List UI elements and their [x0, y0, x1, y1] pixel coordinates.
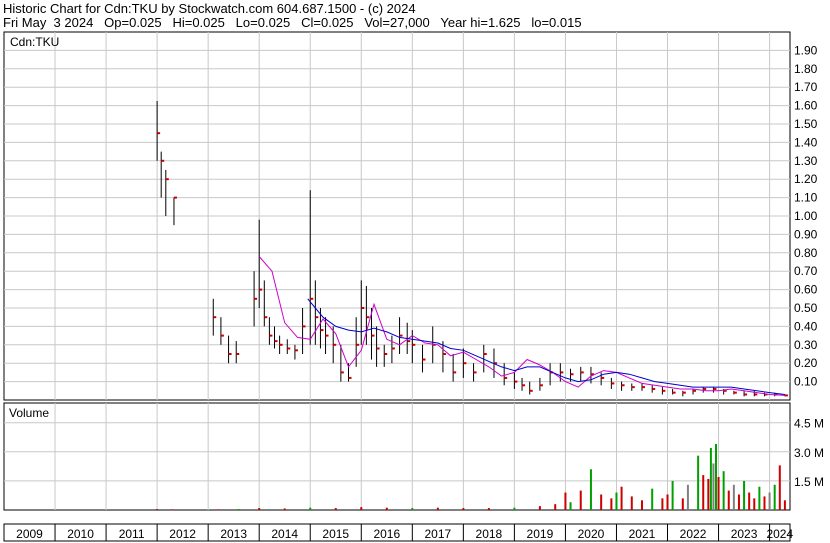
- volume-bar: [709, 447, 712, 510]
- x-tick-label-2021: 2021: [629, 527, 656, 541]
- price-ytick-label: 0.80: [794, 246, 818, 260]
- volume-bar: [697, 455, 700, 510]
- price-ytick-label: 0.10: [794, 375, 818, 389]
- price-ytick-label: 0.30: [794, 338, 818, 352]
- price-ytick-label: 0.60: [794, 283, 818, 297]
- volume-bar: [630, 496, 633, 510]
- volume-bar: [579, 490, 582, 510]
- volume-bar: [714, 444, 717, 510]
- volume-bar: [309, 507, 312, 510]
- price-ytick-label: 1.10: [794, 191, 818, 205]
- volume-bar: [737, 494, 740, 510]
- volume-ytick-label: 3.0 M: [794, 446, 824, 460]
- price-ytick-label: 1.70: [794, 80, 818, 94]
- x-tick-label-2024: 2024: [766, 527, 793, 541]
- volume-bar: [732, 484, 735, 510]
- volume-bar: [651, 488, 654, 510]
- x-tick-label-2019: 2019: [527, 527, 554, 541]
- price-ytick-label: 1.90: [794, 43, 818, 57]
- x-tick-label-2020: 2020: [578, 527, 605, 541]
- volume-bar: [773, 484, 776, 510]
- volume-bar: [661, 498, 664, 510]
- x-tick-label-2013: 2013: [220, 527, 247, 541]
- volume-bar: [237, 509, 240, 511]
- volume-bar: [569, 502, 572, 510]
- volume-bar: [778, 465, 781, 510]
- price-ytick-label: 1.80: [794, 62, 818, 76]
- volume-bar: [171, 509, 174, 511]
- volume-bar: [686, 484, 689, 510]
- volume-bar: [666, 494, 669, 510]
- price-ytick-label: 1.30: [794, 154, 818, 168]
- volume-ytick-label: 1.5 M: [794, 475, 824, 489]
- volume-bar: [717, 477, 720, 510]
- x-tick-label-2011: 2011: [119, 527, 145, 541]
- volume-bar: [768, 492, 771, 510]
- x-tick-label-2015: 2015: [322, 527, 349, 541]
- volume-bar: [513, 507, 516, 510]
- volume-bar: [610, 498, 613, 510]
- volume-bar: [753, 498, 756, 510]
- volume-bar: [360, 507, 363, 510]
- x-tick-label-2012: 2012: [169, 527, 196, 541]
- price-panel: 1.90 1.80 1.70 1.60 1.50 1.40 1.30 1.20 1.10 1.00…: [3, 31, 818, 401]
- volume-bar: [487, 508, 490, 510]
- volume-bar: [156, 509, 159, 511]
- volume-bar: [217, 509, 220, 511]
- price-ytick-label: 1.60: [794, 99, 818, 113]
- volume-panel: 4.5 M 3.0 M 1.5 M Volume: [3, 402, 824, 511]
- volume-bar: [783, 500, 786, 510]
- volume-bar: [758, 486, 761, 510]
- x-tick-label-2016: 2016: [373, 527, 400, 541]
- volume-bar: [763, 496, 766, 510]
- price-ytick-label: 0.70: [794, 264, 818, 278]
- volume-bar: [385, 507, 388, 510]
- volume-bar: [411, 508, 414, 510]
- volume-bar: [258, 508, 261, 510]
- volume-title: Volume: [9, 406, 49, 420]
- price-ytick-label: 0.20: [794, 356, 818, 370]
- price-ytick-label: 1.50: [794, 117, 818, 131]
- volume-ytick-label: 4.5 M: [794, 417, 824, 431]
- x-tick-label-2022: 2022: [680, 527, 707, 541]
- stock-chart: 1.90 1.80 1.70 1.60 1.50 1.40 1.30 1.20 1.10 1.00…: [3, 31, 824, 542]
- x-tick-label-2009: 2009: [16, 527, 43, 541]
- volume-bar: [538, 506, 541, 510]
- volume-bar: [743, 480, 746, 510]
- symbol-label: Cdn:TKU: [10, 35, 59, 49]
- volume-bar: [727, 490, 730, 510]
- price-ytick-label: 0.50: [794, 301, 818, 315]
- volume-bar: [702, 475, 705, 510]
- volume-bar: [283, 508, 286, 510]
- x-tick-label-2023: 2023: [731, 527, 758, 541]
- price-ytick-label: 0.40: [794, 319, 818, 333]
- volume-bar: [722, 471, 725, 510]
- price-ytick-label: 1.00: [794, 209, 818, 223]
- volume-bar: [554, 504, 557, 510]
- volume-bar: [589, 469, 592, 510]
- volume-bar: [436, 507, 439, 510]
- volume-bar: [615, 492, 618, 510]
- volume-bar: [640, 500, 643, 510]
- volume-bar: [620, 486, 623, 510]
- volume-bar: [707, 478, 710, 510]
- price-ytick-label: 1.40: [794, 135, 818, 149]
- volume-bar: [748, 492, 751, 510]
- volume-bar: [564, 492, 567, 510]
- price-ytick-label: 1.20: [794, 172, 818, 186]
- x-tick-label-2014: 2014: [271, 527, 298, 541]
- volume-bar: [462, 508, 465, 510]
- x-axis: 2009 2010 2011 2012 2013 2014 2015 2016 2017 2018…: [3, 523, 793, 542]
- x-tick-label-2018: 2018: [476, 527, 503, 541]
- volume-bar: [334, 508, 337, 510]
- x-tick-label-2010: 2010: [67, 527, 94, 541]
- volume-bar: [681, 498, 684, 510]
- volume-bar: [671, 480, 674, 510]
- price-ytick-label: 0.90: [794, 227, 818, 241]
- x-tick-label-2017: 2017: [424, 527, 451, 541]
- volume-bar: [600, 494, 603, 510]
- volume-bar: [712, 463, 715, 510]
